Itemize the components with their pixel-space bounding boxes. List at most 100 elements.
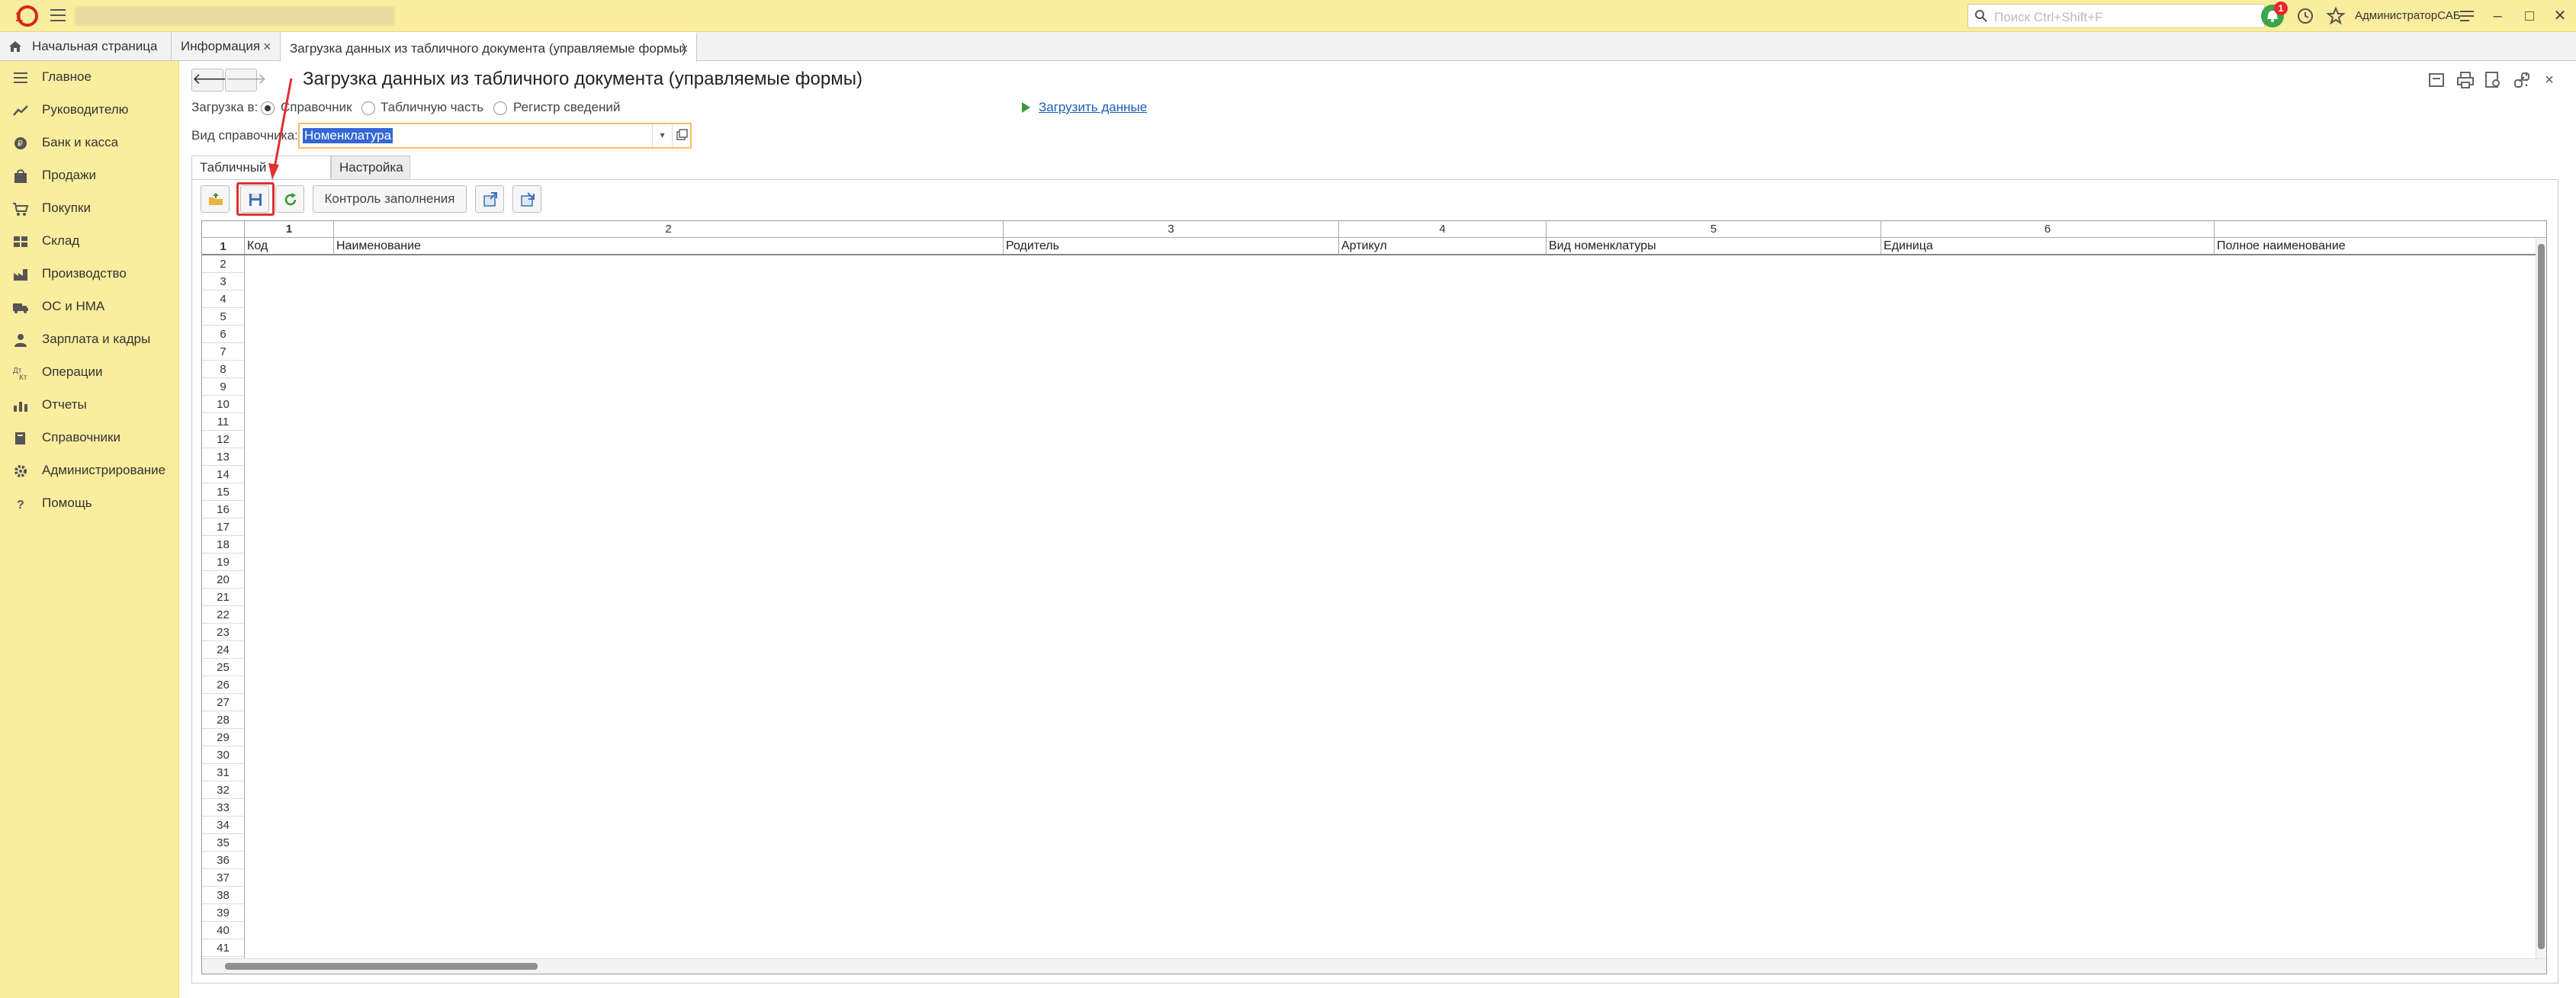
row-number[interactable]: 15: [202, 483, 245, 501]
row-number[interactable]: 38: [202, 887, 245, 904]
scrollbar-thumb[interactable]: [225, 963, 538, 970]
row-number[interactable]: 26: [202, 676, 245, 694]
sidebar-item-production[interactable]: Производство: [0, 258, 179, 290]
header-cell-parent[interactable]: Родитель: [1004, 238, 1339, 255]
radio-info-register[interactable]: [493, 101, 507, 115]
sidebar-item-reports[interactable]: Отчеты: [0, 389, 179, 422]
spreadsheet-grid[interactable]: 1 2 3 4 5 6 Код Наименование Родитель Ар…: [201, 220, 2547, 974]
column-number[interactable]: 4: [1339, 221, 1547, 238]
header-cell-code[interactable]: Код: [245, 238, 334, 255]
tab-data-import[interactable]: Загрузка данных из табличного документа …: [281, 32, 697, 62]
sidebar-item-purchases[interactable]: Покупки: [0, 192, 179, 225]
more-actions-icon[interactable]: ⋮: [2517, 70, 2536, 90]
row-number[interactable]: 27: [202, 694, 245, 711]
catalog-type-field[interactable]: Номенклатура ▾: [298, 123, 692, 149]
column-number[interactable]: 2: [334, 221, 1004, 238]
header-cell-article[interactable]: Артикул: [1339, 238, 1547, 255]
sidebar-item-help[interactable]: ? Помощь: [0, 487, 179, 520]
row-number[interactable]: 18: [202, 536, 245, 554]
back-button[interactable]: 🡐: [191, 69, 233, 91]
forward-button[interactable]: 🡒: [225, 69, 267, 91]
row-number[interactable]: 3: [202, 273, 245, 290]
column-number[interactable]: 3: [1004, 221, 1339, 238]
sidebar-item-assets[interactable]: ОС и НМА: [0, 290, 179, 323]
print-icon[interactable]: [2456, 70, 2475, 90]
sidebar-item-sales[interactable]: Продажи: [0, 159, 179, 192]
sidebar-item-catalogs[interactable]: Справочники: [0, 422, 179, 454]
search-input[interactable]: Поиск Ctrl+Shift+F: [1967, 4, 2265, 28]
row-number[interactable]: 32: [202, 781, 245, 799]
row-number[interactable]: 33: [202, 799, 245, 817]
row-number[interactable]: 34: [202, 817, 245, 834]
row-number[interactable]: 11: [202, 413, 245, 431]
preview-icon[interactable]: [2483, 70, 2503, 90]
import-button[interactable]: [475, 185, 504, 213]
current-user[interactable]: АдминистраторСАБ: [2355, 9, 2461, 22]
close-tab-icon[interactable]: ×: [263, 32, 271, 61]
sidebar-item-bank[interactable]: ₽ Банк и касса: [0, 127, 179, 159]
row-number[interactable]: 12: [202, 431, 245, 448]
row-number[interactable]: 19: [202, 554, 245, 571]
save-form-icon[interactable]: [2427, 70, 2446, 90]
radio-catalog[interactable]: [261, 101, 275, 115]
fill-check-button[interactable]: Контроль заполнения: [313, 185, 467, 213]
settings-menu-icon[interactable]: [2457, 6, 2477, 26]
row-number[interactable]: 31: [202, 764, 245, 781]
minimize-icon[interactable]: –: [2488, 6, 2507, 26]
radio-catalog-label[interactable]: Справочник: [281, 100, 352, 115]
row-number[interactable]: 16: [202, 501, 245, 518]
favorites-star-icon[interactable]: [2326, 6, 2346, 26]
row-number[interactable]: 35: [202, 834, 245, 852]
header-cell-full-name[interactable]: Полное наименование: [2215, 238, 2546, 255]
row-number[interactable]: 39: [202, 904, 245, 922]
header-cell-name[interactable]: Наименование: [334, 238, 1004, 255]
row-number[interactable]: 37: [202, 869, 245, 887]
column-number[interactable]: 1: [245, 221, 334, 238]
refresh-button[interactable]: [275, 185, 304, 213]
row-number[interactable]: 14: [202, 466, 245, 483]
open-icon[interactable]: [672, 124, 690, 147]
radio-tabular-part[interactable]: [361, 101, 375, 115]
chevron-down-icon[interactable]: ▾: [652, 124, 672, 147]
row-number[interactable]: 1: [202, 238, 245, 255]
radio-info-register-label[interactable]: Регистр сведений: [513, 100, 620, 115]
tab-home[interactable]: Начальная страница: [0, 32, 172, 61]
row-number[interactable]: 40: [202, 922, 245, 939]
history-icon[interactable]: [2295, 6, 2315, 26]
load-data-link[interactable]: Загрузить данные: [1039, 100, 1147, 115]
catalog-type-value[interactable]: Номенклатура: [303, 128, 393, 143]
main-menu-icon[interactable]: [50, 9, 66, 21]
sidebar-item-main[interactable]: Главное: [0, 61, 179, 94]
row-number[interactable]: 10: [202, 396, 245, 413]
header-cell-item-type[interactable]: Вид номенклатуры: [1547, 238, 1881, 255]
maximize-icon[interactable]: □: [2520, 6, 2539, 26]
row-number[interactable]: 24: [202, 641, 245, 659]
row-number[interactable]: 41: [202, 939, 245, 957]
row-number[interactable]: 8: [202, 361, 245, 378]
row-number[interactable]: 25: [202, 659, 245, 676]
row-number[interactable]: 28: [202, 711, 245, 729]
vertical-scrollbar[interactable]: [2536, 238, 2546, 958]
row-number[interactable]: 2: [202, 255, 245, 273]
row-number[interactable]: 36: [202, 852, 245, 869]
row-number[interactable]: 6: [202, 326, 245, 343]
header-cell-unit[interactable]: Единица: [1881, 238, 2215, 255]
sidebar-item-manager[interactable]: Руководителю: [0, 94, 179, 127]
column-number[interactable]: 5: [1547, 221, 1881, 238]
row-number[interactable]: 4: [202, 290, 245, 308]
row-number[interactable]: 22: [202, 606, 245, 624]
sidebar-item-warehouse[interactable]: Склад: [0, 225, 179, 258]
scrollbar-thumb[interactable]: [2538, 244, 2545, 949]
row-number[interactable]: 20: [202, 571, 245, 589]
row-number[interactable]: 30: [202, 746, 245, 764]
column-number[interactable]: 6: [1881, 221, 2215, 238]
row-number[interactable]: 17: [202, 518, 245, 536]
tab-info[interactable]: Информация ×: [172, 32, 281, 61]
close-form-icon[interactable]: ×: [2539, 70, 2559, 90]
open-file-button[interactable]: [201, 185, 230, 213]
row-number[interactable]: 5: [202, 308, 245, 326]
sidebar-item-payroll[interactable]: Зарплата и кадры: [0, 323, 179, 356]
row-number[interactable]: 23: [202, 624, 245, 641]
column-number-blank[interactable]: [2215, 221, 2546, 238]
row-number[interactable]: 13: [202, 448, 245, 466]
